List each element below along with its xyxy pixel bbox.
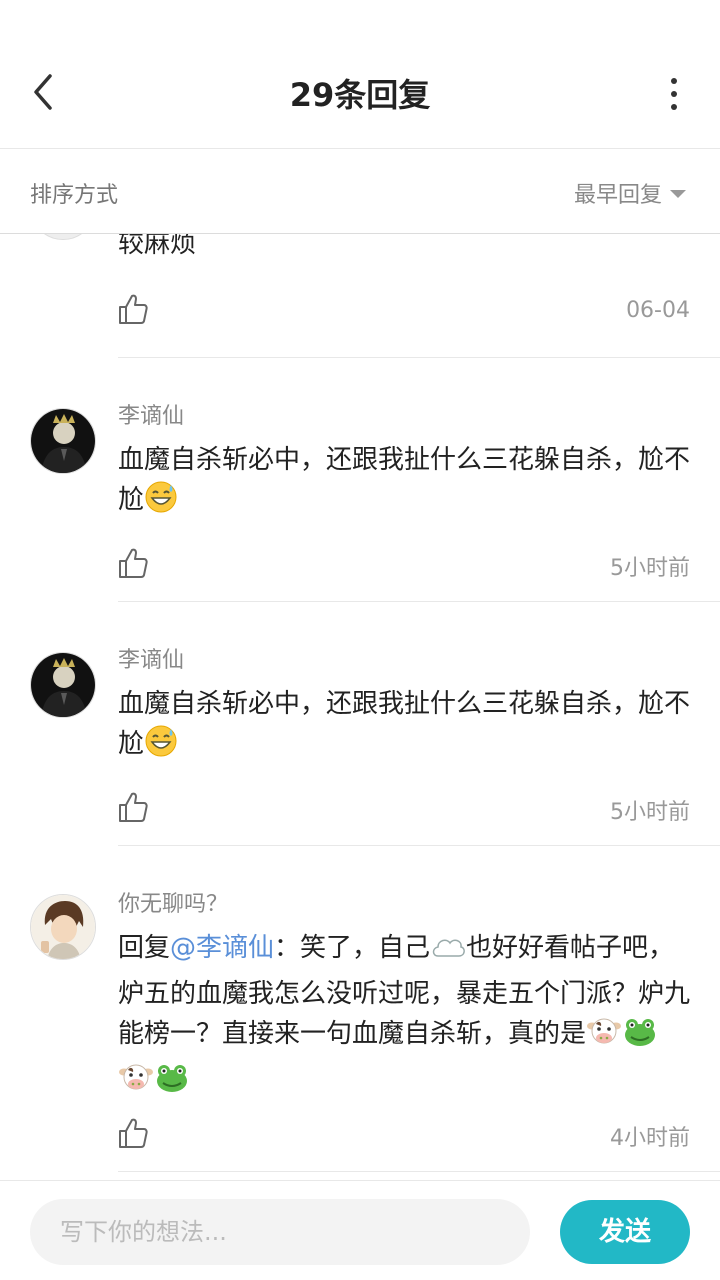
cow-emoji-icon <box>586 1016 622 1060</box>
comment-list[interactable]: 较麻烦 06-04 李谪仙 血魔自杀斩必中，还跟我扯什么三花躲自杀，尬不尬 5小… <box>0 234 720 1180</box>
avatar[interactable] <box>30 234 96 240</box>
username[interactable]: 你无聊吗？ <box>118 886 228 918</box>
avatar[interactable] <box>30 652 96 718</box>
reply-prefix: 回复 <box>118 933 171 963</box>
comment-text-body: 血魔自杀斩必中，还跟我扯什么三花躲自杀，尬不尬 <box>118 689 691 759</box>
username[interactable]: 李谪仙 <box>118 398 184 430</box>
more-dot-icon <box>671 91 677 97</box>
comment-text-body: 血魔自杀斩必中，还跟我扯什么三花躲自杀，尬不尬 <box>118 445 691 515</box>
comment-time: 5小时前 <box>610 556 690 581</box>
sort-bar: 排序方式 最早回复 <box>0 149 720 234</box>
more-dot-icon <box>671 78 677 84</box>
comment-text: 回复@李谪仙：笑了，自己 也好好看帖子吧，炉五的血魔我怎么没听过呢，暴走五个门派… <box>118 928 693 1106</box>
reply-page: 29条回复 排序方式 最早回复 较麻烦 06-04 李谪仙 血魔自杀斩必中，还跟… <box>0 0 720 1280</box>
avatar[interactable] <box>30 408 96 474</box>
comment-text: 较麻烦 <box>118 234 197 259</box>
thumbs-up-icon <box>119 294 148 324</box>
comment-text: 血魔自杀斩必中，还跟我扯什么三花躲自杀，尬不尬 <box>118 440 693 526</box>
like-button[interactable] <box>118 1117 148 1149</box>
like-button[interactable] <box>118 293 148 325</box>
reply-composer: 发送 <box>0 1180 720 1280</box>
comment-time: 06-04 <box>626 298 690 323</box>
comment-item: 李谪仙 血魔自杀斩必中，还跟我扯什么三花躲自杀，尬不尬 5小时前 <box>0 358 720 602</box>
comment-item: 较麻烦 06-04 <box>0 234 720 358</box>
reply-input[interactable] <box>30 1199 530 1265</box>
sort-selected-value: 最早回复 <box>573 183 662 208</box>
user-avatar-image <box>31 653 95 717</box>
comment-time: 4小时前 <box>610 1126 690 1151</box>
sweat-smile-emoji-icon <box>144 480 178 526</box>
comment-text-part: ：笑了，自己 <box>274 933 431 963</box>
divider <box>118 1171 720 1172</box>
mention-link[interactable]: @李谪仙 <box>170 933 274 963</box>
send-button[interactable]: 发送 <box>560 1200 690 1264</box>
sort-label: 排序方式 <box>30 183 119 208</box>
comment-item: 你无聊吗？ 回复@李谪仙：笑了，自己 也好好看帖子吧，炉五的血魔我怎么没听过呢，… <box>0 846 720 1172</box>
comment-time: 5小时前 <box>610 800 690 825</box>
avatar[interactable] <box>30 894 96 960</box>
sweat-smile-emoji-icon <box>144 724 178 770</box>
more-options-button[interactable] <box>668 78 680 110</box>
comment-item: 李谪仙 血魔自杀斩必中，还跟我扯什么三花躲自杀，尬不尬 5小时前 <box>0 602 720 846</box>
top-bar: 29条回复 <box>0 36 720 149</box>
comment-text: 血魔自杀斩必中，还跟我扯什么三花躲自杀，尬不尬 <box>118 684 693 770</box>
page-title: 29条回复 <box>289 76 431 114</box>
sort-dropdown[interactable]: 最早回复 <box>574 177 686 209</box>
caret-down-icon <box>670 190 686 198</box>
thumbs-up-icon <box>119 548 148 578</box>
frog-emoji-icon <box>154 1062 190 1106</box>
frog-emoji-icon <box>622 1016 658 1060</box>
like-button[interactable] <box>118 791 148 823</box>
like-button[interactable] <box>118 547 148 579</box>
more-dot-icon <box>671 104 677 110</box>
user-avatar-image <box>31 895 95 959</box>
thumbs-up-icon <box>119 792 148 822</box>
cow-emoji-icon <box>118 1062 154 1106</box>
cloud-emoji-icon <box>430 932 466 974</box>
username[interactable]: 李谪仙 <box>118 642 184 674</box>
user-avatar-image <box>31 409 95 473</box>
thumbs-up-icon <box>119 1118 148 1148</box>
